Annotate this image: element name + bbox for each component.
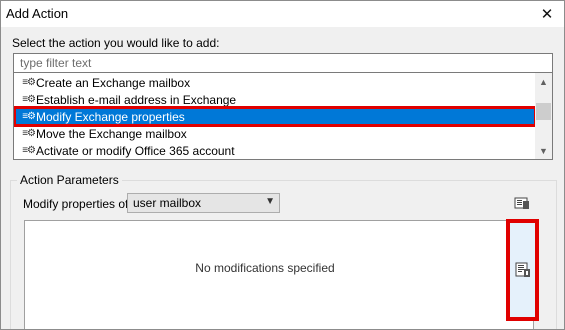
chevron-down-icon: ▼	[265, 196, 275, 207]
chevron-down-icon: ▼	[539, 145, 548, 156]
list-item-label: Establish e-mail address in Exchange	[36, 92, 237, 107]
target-object-select[interactable]: user mailbox ▼	[127, 193, 280, 213]
gear-icon: ≡⚙	[22, 77, 36, 88]
modify-properties-label: Modify properties of	[23, 197, 129, 211]
list-item-label: Activate or modify Office 365 account	[36, 143, 235, 158]
list-item-label: Move the Exchange mailbox	[36, 126, 187, 141]
title-bar: Add Action ✕	[1, 1, 564, 27]
list-item-activate-office365[interactable]: ≡⚙ Activate or modify Office 365 account	[15, 142, 535, 159]
list-item-create-mailbox[interactable]: ≡⚙ Create an Exchange mailbox	[15, 74, 535, 91]
list-item-label: Create an Exchange mailbox	[36, 75, 191, 90]
gear-icon: ≡⚙	[22, 128, 36, 139]
actions-list[interactable]: ≡⚙ Create an Exchange mailbox ≡⚙ Establi…	[13, 72, 553, 160]
close-button[interactable]: ✕	[530, 1, 564, 27]
filter-input[interactable]	[13, 53, 553, 73]
gear-icon: ≡⚙	[22, 145, 36, 156]
close-icon: ✕	[540, 6, 554, 23]
scroll-thumb[interactable]	[536, 103, 551, 120]
scroll-down-button[interactable]: ▼	[535, 142, 552, 159]
select-value: user mailbox	[133, 196, 202, 210]
scroll-up-button[interactable]: ▲	[535, 73, 552, 90]
list-item-establish-email[interactable]: ≡⚙ Establish e-mail address in Exchange	[15, 91, 535, 108]
select-action-prompt: Select the action you would like to add:	[12, 36, 220, 50]
list-item-modify-exchange-properties[interactable]: ≡⚙ Modify Exchange properties	[14, 106, 537, 127]
add-property-button[interactable]	[513, 194, 531, 212]
add-action-dialog: Add Action ✕ Select the action you would…	[0, 0, 565, 330]
modifications-panel: No modifications specified	[24, 220, 534, 329]
window-title: Add Action	[6, 6, 69, 21]
list-scrollbar[interactable]: ▲ ▼	[535, 73, 552, 159]
chevron-up-icon: ▲	[539, 76, 548, 87]
property-list-icon	[515, 262, 530, 277]
list-item-move-mailbox[interactable]: ≡⚙ Move the Exchange mailbox	[15, 125, 535, 142]
no-modifications-text: No modifications specified	[195, 261, 335, 275]
edit-modifications-button[interactable]	[506, 219, 539, 321]
list-item-label: Modify Exchange properties	[36, 109, 185, 124]
gear-icon: ≡⚙	[22, 94, 36, 105]
property-card-icon	[514, 197, 529, 209]
action-parameters-title: Action Parameters	[17, 173, 122, 187]
gear-icon: ≡⚙	[22, 111, 36, 122]
